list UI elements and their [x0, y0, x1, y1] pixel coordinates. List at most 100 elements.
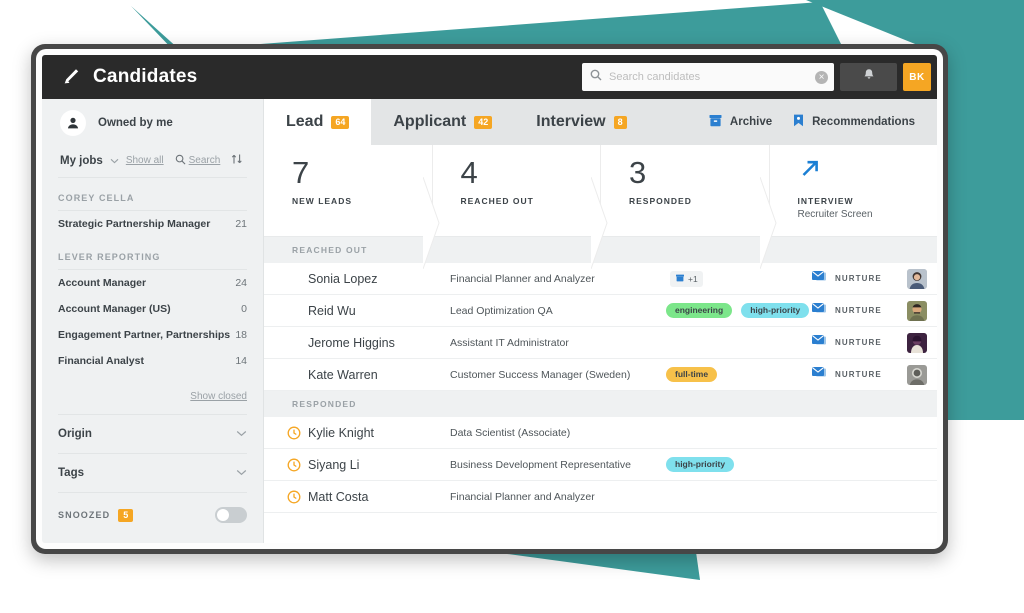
user-avatar-button[interactable]: BK [903, 63, 931, 91]
candidate-name: Jerome Higgins [308, 335, 395, 350]
snoozed-toggle[interactable] [215, 507, 247, 523]
job-name: Account Manager [58, 277, 147, 289]
window-bezel: Candidates × [36, 49, 943, 549]
tag-chip[interactable]: high-priority [666, 457, 735, 472]
avatar-empty [907, 487, 927, 507]
recommendations-link[interactable]: Recommendations [792, 113, 915, 131]
candidate-tags: +1 [660, 270, 811, 287]
bookmark-icon [792, 113, 805, 131]
archive-label: Archive [729, 116, 773, 128]
job-group-heading: COREY CELLA [58, 193, 135, 203]
app-viewport: Candidates × [42, 55, 937, 543]
sidebar-job-row[interactable]: Account Manager 24 [42, 270, 263, 296]
candidate-list: REACHED OUT Sonia Lopez Financial Planne… [264, 237, 937, 543]
archive-count-badge[interactable]: +1 [670, 270, 703, 287]
notifications-button[interactable] [840, 63, 897, 91]
screenshot-stage: Candidates × [0, 0, 1024, 613]
clear-circle-icon[interactable]: × [815, 70, 828, 84]
table-row[interactable]: Reid Wu Lead Optimization QA engineering… [264, 295, 937, 327]
stage-label: INTERVIEW [797, 196, 854, 206]
sidebar-job-row[interactable]: Engagement Partner, Partnerships 18 [42, 322, 263, 348]
avatar [907, 332, 927, 353]
archive-link[interactable]: Archive [708, 113, 772, 131]
snoozed-count-badge: 5 [118, 508, 134, 522]
chevron-down-icon [236, 467, 247, 479]
show-closed-row: Show closed [42, 374, 263, 414]
search-input[interactable] [609, 71, 815, 83]
candidate-name: Sonia Lopez [308, 271, 378, 286]
candidate-name: Kylie Knight [308, 425, 375, 440]
job-count: 21 [235, 218, 247, 230]
table-row[interactable]: Kate Warren Customer Success Manager (Sw… [264, 359, 937, 391]
stage-sublabel: Recruiter Screen [797, 209, 873, 221]
nurture-status: NURTURE [811, 302, 907, 320]
stage-interview[interactable]: INTERVIEW Recruiter Screen [768, 145, 938, 236]
nurture-status: NURTURE [811, 334, 907, 352]
recommendations-label: Recommendations [812, 116, 915, 128]
candidate-title: Data Scientist (Associate) [450, 426, 571, 439]
app-body: Owned by me My jobs Show all Search CORE… [42, 99, 937, 543]
nurture-label: NURTURE [835, 338, 882, 347]
my-jobs-label[interactable]: My jobs [60, 155, 103, 167]
snoozed-filter: SNOOZED 5 [42, 493, 263, 537]
clock-icon [286, 458, 302, 472]
avatar [907, 268, 927, 289]
tab-label: Applicant [393, 113, 467, 130]
stage-responded[interactable]: 3 RESPONDED [600, 145, 777, 269]
snoozed-label: SNOOZED [58, 510, 111, 520]
sidebar-filter-origin[interactable]: Origin [42, 415, 263, 453]
tag-chip[interactable]: engineering [666, 303, 733, 318]
stage-count: 3 [629, 155, 647, 190]
pipeline-tabs: Lead 64 Applicant 42 Interview 8 Archive… [264, 99, 937, 145]
table-row[interactable]: Kylie Knight Data Scientist (Associate) [264, 417, 937, 449]
stage-count: 4 [460, 155, 478, 190]
search-box[interactable]: × [582, 63, 834, 91]
top-bar-actions: × BK [582, 61, 931, 93]
candidate-tags: full-time [660, 367, 811, 382]
tab-lead[interactable]: Lead 64 [264, 99, 372, 145]
show-closed-link[interactable]: Show closed [190, 391, 247, 402]
browser-window: Candidates × [31, 44, 948, 554]
table-row[interactable]: Siyang Li Business Development Represent… [264, 449, 937, 481]
sort-arrows-icon[interactable] [231, 153, 243, 168]
tag-chip[interactable]: high-priority [741, 303, 810, 318]
owned-by-me-filter[interactable]: Owned by me [42, 99, 263, 147]
tab-count-badge: 42 [474, 115, 493, 129]
envelope-stack-icon [811, 366, 828, 384]
candidate-title: Customer Success Manager (Sweden) [450, 368, 631, 381]
archive-count-text: +1 [688, 273, 698, 284]
chevron-down-icon [236, 428, 247, 440]
sidebar-job-row[interactable]: Financial Analyst 14 [42, 348, 263, 374]
tab-label: Interview [536, 113, 606, 130]
tab-interview[interactable]: Interview 8 [514, 99, 648, 145]
candidate-name: Reid Wu [308, 303, 356, 318]
sidebar-filter-tags[interactable]: Tags [42, 454, 263, 492]
tab-bar-links: Archive Recommendations [708, 99, 937, 145]
job-name: Strategic Partnership Manager [58, 218, 211, 230]
stage-new-leads[interactable]: 7 NEW LEADS [264, 145, 440, 269]
show-all-link[interactable]: Show all [126, 155, 164, 166]
candidate-title: Financial Planner and Analyzer [450, 490, 595, 503]
avatar [907, 364, 927, 385]
filter-label: Origin [58, 428, 92, 440]
sidebar-search[interactable]: Search [175, 154, 220, 168]
stage-reached-out[interactable]: 4 REACHED OUT [431, 145, 608, 269]
sidebar: Owned by me My jobs Show all Search CORE… [42, 99, 264, 543]
clock-icon [286, 490, 302, 504]
table-row[interactable]: Matt Costa Financial Planner and Analyze… [264, 481, 937, 513]
stage-label: RESPONDED [629, 196, 692, 206]
pencil-icon[interactable] [59, 66, 81, 88]
table-row[interactable]: Jerome Higgins Assistant IT Administrato… [264, 327, 937, 359]
chevron-down-icon[interactable] [110, 155, 119, 167]
candidate-name: Kate Warren [308, 367, 378, 382]
my-jobs-controls: My jobs Show all Search [42, 147, 263, 177]
sidebar-job-row[interactable]: Strategic Partnership Manager 21 [42, 211, 263, 237]
tab-count-badge: 8 [613, 115, 627, 129]
job-name: Account Manager (US) [58, 303, 171, 315]
sidebar-job-row[interactable]: Account Manager (US) 0 [42, 296, 263, 322]
job-name: Financial Analyst [58, 355, 144, 367]
tag-chip[interactable]: full-time [666, 367, 718, 382]
tab-label: Lead [286, 113, 324, 130]
tab-applicant[interactable]: Applicant 42 [371, 99, 514, 145]
nurture-label: NURTURE [835, 274, 882, 283]
